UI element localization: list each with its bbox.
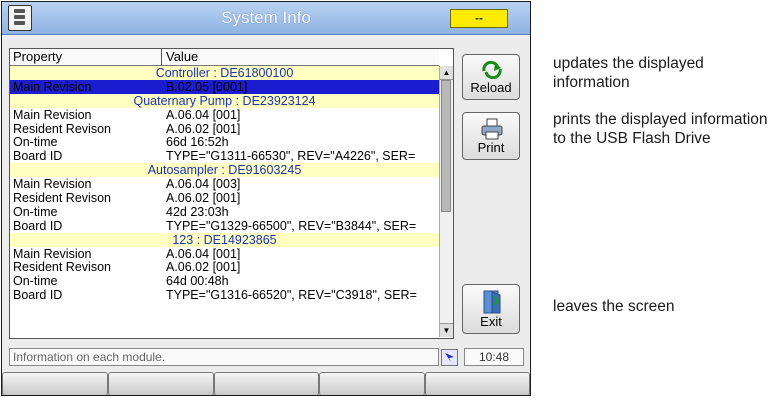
annotation-exit: leaves the screen [553, 298, 675, 315]
value-cell: 66d 16:52h [166, 135, 229, 150]
exit-label: Exit [480, 314, 502, 329]
value-cell: A.06.04 [003] [166, 177, 241, 192]
property-cell: Resident Revison [13, 121, 111, 136]
table-row[interactable]: Main Revision A.06.04 [001] [10, 108, 439, 122]
printer-icon [481, 118, 503, 140]
scroll-up-arrow-icon[interactable]: ▲ [440, 66, 453, 80]
property-cell: Board ID [13, 218, 63, 233]
table-row[interactable]: Board ID TYPE="G1316-66520", REV="C3918",… [10, 288, 439, 302]
network-icon[interactable] [441, 349, 458, 366]
property-cell: On-time [13, 204, 58, 219]
table-row[interactable]: Main Revision A.06.04 [001] [10, 247, 439, 261]
value-cell: A.06.04 [001] [166, 246, 241, 261]
title-bar: System Info -- [2, 2, 530, 35]
reload-label: Reload [470, 80, 512, 95]
print-button[interactable]: Print [462, 112, 520, 160]
property-cell: Board ID [13, 288, 63, 303]
softkey-4[interactable] [319, 372, 425, 395]
table-header: Property Value [10, 49, 439, 66]
section-row[interactable]: Autosampler : DE91603245 [10, 163, 439, 178]
column-divider[interactable] [161, 49, 162, 65]
table-row[interactable]: Resident Revison A.06.02 [001] [10, 260, 439, 274]
status-bar: Information on each module. 10:48 [9, 348, 525, 366]
system-info-table[interactable]: Property Value Controller : DE61800100 Ma… [9, 48, 454, 339]
exit-door-icon [483, 290, 501, 314]
table-rows: Controller : DE61800100 Main Revision B.02… [10, 66, 439, 302]
value-cell: A.06.02 [001] [166, 260, 241, 275]
value-cell: A.06.02 [001] [166, 191, 241, 205]
property-cell: Resident Revison [13, 260, 111, 275]
device-screen: System Info -- Property Value Controller… [1, 1, 531, 396]
value-cell: TYPE="G1311-66530", REV="A4226", SER= [166, 149, 416, 164]
table-row[interactable]: Board ID TYPE="G1311-66530", REV="A4226",… [10, 149, 439, 163]
column-header-property[interactable]: Property [13, 49, 62, 64]
annotation-print: prints the displayed information to the … [553, 111, 768, 147]
section-row[interactable]: 123 : DE14923865 [10, 232, 439, 247]
value-cell: 42d 23:03h [166, 204, 229, 219]
property-cell: Main Revision [13, 177, 92, 192]
reload-button[interactable]: Reload [462, 54, 520, 100]
softkey-bar [2, 372, 530, 395]
table-row[interactable]: Board ID TYPE="G1329-66500", REV="B3844",… [10, 219, 439, 233]
reload-icon [482, 60, 502, 79]
scroll-thumb[interactable] [441, 80, 451, 212]
print-label: Print [477, 140, 505, 155]
vertical-scrollbar[interactable]: ▲ ▼ [439, 66, 453, 337]
property-cell: Main Revision [13, 246, 92, 261]
table-row[interactable]: Main Revision B.02.05 [0001] [10, 79, 439, 94]
softkey-2[interactable] [108, 372, 214, 395]
value-cell: A.06.04 [001] [166, 107, 241, 122]
exit-button[interactable]: Exit [462, 284, 520, 334]
property-cell: On-time [13, 135, 58, 150]
value-cell: 64d 00:48h [166, 274, 229, 289]
clock: 10:48 [464, 348, 524, 366]
section-row[interactable]: Quaternary Pump : DE23923124 [10, 93, 439, 108]
value-cell: TYPE="G1316-66520", REV="C3918", SER= [166, 288, 417, 303]
annotation-reload: updates the displayed information [553, 55, 704, 91]
softkey-3[interactable] [214, 372, 319, 395]
property-cell: Board ID [13, 149, 63, 164]
value-cell: A.06.02 [001] [166, 121, 241, 136]
table-row[interactable]: On-time 66d 16:52h [10, 135, 439, 149]
scroll-down-arrow-icon[interactable]: ▼ [440, 323, 453, 337]
column-header-value[interactable]: Value [166, 49, 198, 64]
softkey-1[interactable] [2, 372, 108, 395]
table-row[interactable]: Main Revision A.06.04 [003] [10, 177, 439, 191]
table-row[interactable]: On-time 64d 00:48h [10, 274, 439, 288]
status-message: Information on each module. [9, 348, 439, 366]
status-indicator[interactable]: -- [450, 9, 508, 28]
property-cell: Resident Revison [13, 191, 111, 205]
value-cell: TYPE="G1329-66500", REV="B3844", SER= [166, 218, 417, 233]
table-row[interactable]: Resident Revison A.06.02 [001] [10, 122, 439, 136]
section-row[interactable]: Controller : DE61800100 [10, 66, 439, 80]
softkey-5[interactable] [425, 372, 530, 395]
property-cell: Main Revision [13, 107, 92, 122]
table-row[interactable]: Resident Revison A.06.02 [001] [10, 191, 439, 205]
property-cell: On-time [13, 274, 58, 289]
value-cell: B.02.05 [0001] [166, 79, 248, 94]
table-row[interactable]: On-time 42d 23:03h [10, 205, 439, 219]
property-cell: Main Revision [13, 79, 92, 94]
